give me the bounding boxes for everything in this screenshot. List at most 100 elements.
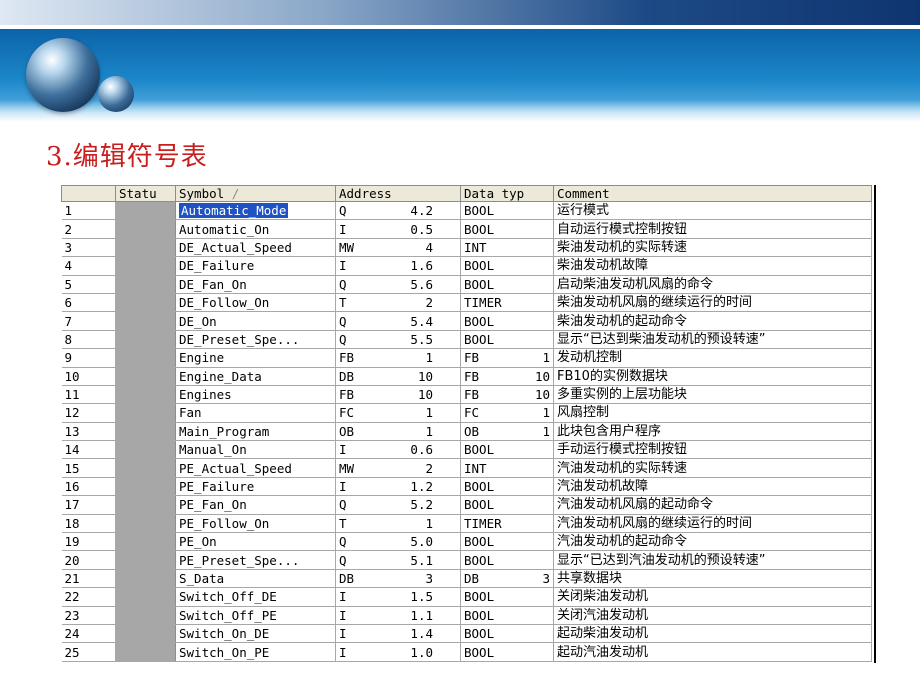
- status-cell[interactable]: [115, 293, 176, 313]
- status-cell[interactable]: [115, 422, 176, 442]
- symbol-cell[interactable]: PE_Preset_Spe...: [175, 550, 336, 570]
- symbol-cell[interactable]: Automatic_Mode: [175, 201, 336, 221]
- status-cell[interactable]: [115, 201, 176, 221]
- status-cell[interactable]: [115, 550, 176, 570]
- data-type-cell[interactable]: INT: [460, 458, 554, 478]
- table-row[interactable]: 8 DE_Preset_Spe... Q 5.5 BOOL 显示“已达到柴油发动机的预设转…: [61, 330, 872, 350]
- symbol-cell[interactable]: PE_On: [175, 532, 336, 552]
- data-type-cell[interactable]: BOOL: [460, 477, 554, 497]
- table-row[interactable]: 21 S_Data DB 3 DB 3 共享数据块: [61, 569, 872, 589]
- table-row[interactable]: 9 Engine FB 1 FB 1 发动机控制: [61, 348, 872, 368]
- data-type-cell[interactable]: FB 10: [460, 367, 554, 386]
- symbol-cell[interactable]: DE_Follow_On: [175, 293, 336, 313]
- status-cell[interactable]: [115, 624, 176, 644]
- symbol-cell[interactable]: DE_Preset_Spe...: [175, 330, 336, 350]
- comment-cell[interactable]: 运行模式: [553, 201, 872, 221]
- data-type-cell[interactable]: BOOL: [460, 275, 554, 294]
- table-row[interactable]: 14 Manual_On I 0.6 BOOL 手动运行模式控制按钮: [61, 440, 872, 460]
- table-row[interactable]: 16 PE_Failure I 1.2 BOOL 汽油发动机故障: [61, 477, 872, 497]
- data-type-cell[interactable]: BOOL: [460, 256, 554, 276]
- table-row[interactable]: 6 DE_Follow_On T 2 TIMER 柴油发动机风扇的继续运行的时间: [61, 293, 872, 313]
- comment-cell[interactable]: 显示“已达到柴油发动机的预设转速”: [553, 330, 872, 350]
- address-cell[interactable]: Q 4.2: [335, 201, 461, 221]
- table-row[interactable]: 24 Switch_On_DE I 1.4 BOOL 起动柴油发动机: [61, 624, 872, 644]
- comment-cell[interactable]: 风扇控制: [553, 403, 872, 423]
- data-type-cell[interactable]: BOOL: [460, 624, 554, 644]
- comment-cell[interactable]: 此块包含用户程序: [553, 422, 872, 442]
- row-number-cell[interactable]: 7: [61, 311, 116, 331]
- symbol-cell[interactable]: Main_Program: [175, 422, 336, 442]
- symbol-cell[interactable]: Engine_Data: [175, 367, 336, 386]
- symbol-cell[interactable]: Engines: [175, 385, 336, 405]
- status-cell[interactable]: [115, 495, 176, 515]
- header-symbol[interactable]: Symbol /: [175, 185, 336, 202]
- row-number-cell[interactable]: 16: [61, 477, 116, 497]
- data-type-cell[interactable]: DB 3: [460, 569, 554, 589]
- comment-cell[interactable]: 柴油发动机的起动命令: [553, 311, 872, 331]
- status-cell[interactable]: [115, 256, 176, 276]
- row-number-cell[interactable]: 13: [61, 422, 116, 442]
- comment-cell[interactable]: 汽油发动机风扇的起动命令: [553, 495, 872, 515]
- symbol-cell[interactable]: PE_Fan_On: [175, 495, 336, 515]
- data-type-cell[interactable]: FB 10: [460, 385, 554, 405]
- data-type-cell[interactable]: FC 1: [460, 403, 554, 423]
- status-cell[interactable]: [115, 458, 176, 478]
- address-cell[interactable]: I 1.1: [335, 606, 461, 625]
- status-cell[interactable]: [115, 587, 176, 607]
- status-cell[interactable]: [115, 569, 176, 589]
- data-type-cell[interactable]: BOOL: [460, 440, 554, 460]
- symbol-cell[interactable]: Fan: [175, 403, 336, 423]
- data-type-cell[interactable]: BOOL: [460, 550, 554, 570]
- comment-cell[interactable]: 共享数据块: [553, 569, 872, 589]
- comment-cell[interactable]: 多重实例的上层功能块: [553, 385, 872, 405]
- symbol-cell[interactable]: Engine: [175, 348, 336, 368]
- row-number-cell[interactable]: 23: [61, 606, 116, 625]
- symbol-cell[interactable]: Switch_Off_DE: [175, 587, 336, 607]
- row-number-cell[interactable]: 10: [61, 367, 116, 386]
- status-cell[interactable]: [115, 275, 176, 294]
- table-row[interactable]: 13 Main_Program OB 1 OB 1 此块包含用户程序: [61, 422, 872, 442]
- status-cell[interactable]: [115, 311, 176, 331]
- address-cell[interactable]: Q 5.6: [335, 275, 461, 294]
- address-cell[interactable]: I 0.5: [335, 219, 461, 239]
- comment-cell[interactable]: 显示“已达到汽油发动机的预设转速”: [553, 550, 872, 570]
- row-number-cell[interactable]: 17: [61, 495, 116, 515]
- row-number-cell[interactable]: 4: [61, 256, 116, 276]
- symbol-cell[interactable]: Switch_On_PE: [175, 642, 336, 662]
- data-type-cell[interactable]: BOOL: [460, 587, 554, 607]
- status-cell[interactable]: [115, 642, 176, 662]
- status-cell[interactable]: [115, 477, 176, 497]
- table-row[interactable]: 2 Automatic_On I 0.5 BOOL 自动运行模式控制按钮: [61, 219, 872, 239]
- table-row[interactable]: 22 Switch_Off_DE I 1.5 BOOL 关闭柴油发动机: [61, 587, 872, 607]
- status-cell[interactable]: [115, 403, 176, 423]
- data-type-cell[interactable]: OB 1: [460, 422, 554, 442]
- row-number-cell[interactable]: 18: [61, 514, 116, 534]
- data-type-cell[interactable]: BOOL: [460, 201, 554, 221]
- header-data-type[interactable]: Data typ: [460, 185, 554, 202]
- table-row[interactable]: 5 DE_Fan_On Q 5.6 BOOL 启动柴油发动机风扇的命令: [61, 275, 872, 294]
- symbol-cell[interactable]: S_Data: [175, 569, 336, 589]
- header-status[interactable]: Statu: [115, 185, 176, 202]
- data-type-cell[interactable]: BOOL: [460, 532, 554, 552]
- row-number-cell[interactable]: 21: [61, 569, 116, 589]
- table-row[interactable]: 15 PE_Actual_Speed MW 2 INT 汽油发动机的实际转速: [61, 458, 872, 478]
- table-row[interactable]: 23 Switch_Off_PE I 1.1 BOOL 关闭汽油发动机: [61, 606, 872, 625]
- symbol-cell[interactable]: DE_Failure: [175, 256, 336, 276]
- row-number-cell[interactable]: 5: [61, 275, 116, 294]
- address-cell[interactable]: Q 5.2: [335, 495, 461, 515]
- status-cell[interactable]: [115, 348, 176, 368]
- symbol-cell[interactable]: DE_On: [175, 311, 336, 331]
- address-cell[interactable]: DB 3: [335, 569, 461, 589]
- data-type-cell[interactable]: TIMER: [460, 293, 554, 313]
- address-cell[interactable]: Q 5.5: [335, 330, 461, 350]
- address-cell[interactable]: Q 5.0: [335, 532, 461, 552]
- table-row[interactable]: 20 PE_Preset_Spe... Q 5.1 BOOL 显示“已达到汽油发动机的预设…: [61, 550, 872, 570]
- address-cell[interactable]: FB 1: [335, 348, 461, 368]
- row-number-cell[interactable]: 9: [61, 348, 116, 368]
- address-cell[interactable]: T1: [335, 514, 461, 534]
- status-cell[interactable]: [115, 219, 176, 239]
- table-row[interactable]: 19 PE_On Q 5.0 BOOL 汽油发动机的起动命令: [61, 532, 872, 552]
- status-cell[interactable]: [115, 514, 176, 534]
- address-cell[interactable]: OB 1: [335, 422, 461, 442]
- row-number-cell[interactable]: 19: [61, 532, 116, 552]
